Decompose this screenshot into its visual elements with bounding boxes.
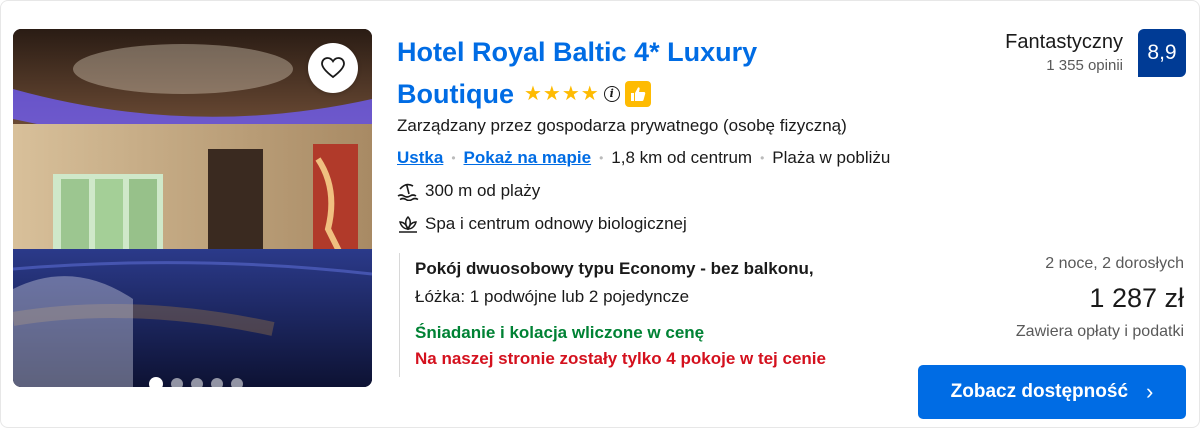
- see-availability-label: Zobacz dostępność: [950, 381, 1129, 402]
- star-icon: ★: [542, 83, 561, 105]
- star-icon: ★: [580, 83, 599, 105]
- carousel-dots: [149, 377, 243, 387]
- distance-text: 1,8 km od centrum: [611, 148, 753, 167]
- room-offer: Pokój dwuosobowy typu Economy - bez balk…: [399, 253, 899, 377]
- info-icon[interactable]: i: [603, 86, 620, 102]
- spa-icon: [399, 215, 417, 233]
- hotel-title-link[interactable]: Hotel Royal Baltic 4* Luxury Boutique ★ …: [397, 31, 877, 115]
- hotel-title-line2[interactable]: Boutique: [397, 73, 514, 115]
- chevron-right-icon: ›: [1146, 379, 1154, 404]
- save-favorite-button[interactable]: [308, 43, 358, 93]
- feature-beach-text: 300 m od plaży: [425, 181, 541, 200]
- location-row: Ustka • Pokaż na mapie • 1,8 km od centr…: [397, 148, 890, 168]
- feature-spa-text: Spa i centrum odnowy biologicznej: [425, 214, 687, 233]
- review-score-word[interactable]: Fantastyczny: [1005, 31, 1123, 54]
- carousel-dot-4[interactable]: [211, 378, 223, 387]
- separator-dot: •: [599, 151, 604, 165]
- thumbs-up-icon[interactable]: [624, 81, 651, 107]
- room-name: Pokój dwuosobowy typu Economy - bez balk…: [415, 259, 814, 278]
- property-card: Hotel Royal Baltic 4* Luxury Boutique ★ …: [0, 0, 1200, 428]
- hotel-title-line1[interactable]: Hotel Royal Baltic 4* Luxury: [397, 31, 877, 73]
- meals-included: Śniadanie i kolacja wliczone w cenę: [415, 323, 705, 342]
- review-score-badge[interactable]: 8,9: [1138, 29, 1186, 77]
- star-rating: ★ ★ ★ ★ i: [524, 81, 651, 107]
- price-amount: 1 287 zł: [1089, 283, 1184, 313]
- stay-details: 2 noce, 2 dorosłych: [1045, 255, 1184, 272]
- scarcity-message: Na naszej stronie zostały tylko 4 pokoje…: [415, 349, 826, 368]
- star-icon: ★: [561, 83, 580, 105]
- review-count[interactable]: 1 355 opinii: [1046, 57, 1123, 74]
- see-availability-button[interactable]: Zobacz dostępność ›: [918, 365, 1186, 419]
- carousel-dot-1[interactable]: [149, 377, 163, 387]
- heart-icon: [321, 57, 345, 79]
- show-on-map-link[interactable]: Pokaż na mapie: [464, 148, 592, 168]
- feature-spa: Spa i centrum odnowy biologicznej: [397, 214, 687, 234]
- host-type: Zarządzany przez gospodarza prywatnego (…: [397, 116, 847, 135]
- city-link[interactable]: Ustka: [397, 148, 443, 168]
- star-icon: ★: [523, 83, 542, 105]
- carousel-dot-5[interactable]: [231, 378, 243, 387]
- separator-dot: •: [451, 151, 456, 165]
- separator-dot: •: [760, 151, 765, 165]
- taxes-note: Zawiera opłaty i podatki: [1015, 323, 1184, 340]
- beach-icon: [397, 183, 419, 201]
- beach-nearby-text: Plaża w pobliżu: [772, 148, 891, 167]
- carousel-dot-2[interactable]: [171, 378, 183, 387]
- carousel-dot-3[interactable]: [191, 378, 203, 387]
- feature-beach: 300 m od plaży: [397, 181, 540, 201]
- bed-info: Łóżka: 1 podwójne lub 2 pojedyncze: [415, 287, 690, 306]
